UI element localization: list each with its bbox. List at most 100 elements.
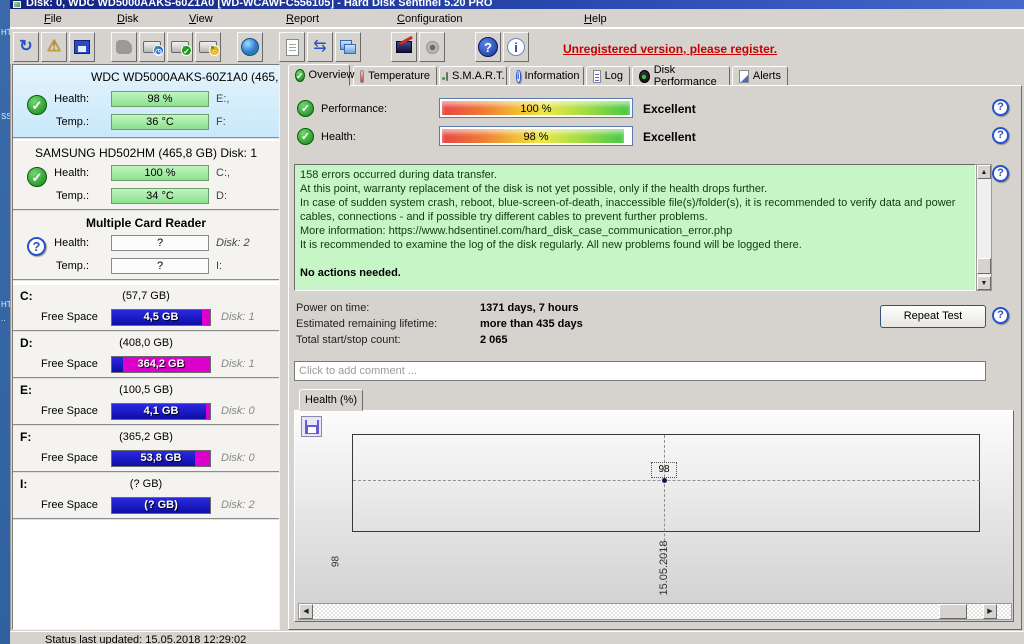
tab-disk-performance[interactable]: Disk Performance <box>632 66 730 86</box>
help-icon[interactable]: ? <box>992 99 1009 116</box>
performance-ok-icon: ✓ <box>297 100 314 117</box>
info-icon: i <box>516 70 521 83</box>
menu-view[interactable]: View <box>185 12 217 26</box>
health-label: Health: <box>27 167 89 179</box>
partition-item-d[interactable]: D: (408,0 GB) Free Space 364,2 GB Disk: … <box>13 332 279 379</box>
refresh-button[interactable]: ↻ <box>13 32 39 62</box>
partition-item-e[interactable]: E: (100,5 GB) Free Space 4,1 GB Disk: 0 <box>13 379 279 426</box>
world-icon <box>241 38 259 56</box>
report-button[interactable] <box>279 32 305 62</box>
partition-size: (? GB) <box>13 478 279 490</box>
partition-disk-label: Disk: 1 <box>221 358 255 370</box>
disk-menu-button[interactable] <box>69 32 95 62</box>
tab-temperature[interactable]: Temperature <box>353 66 437 86</box>
send-report-button[interactable]: ⇆ <box>307 32 333 62</box>
background-window-strip: HT SS HT .. <box>0 0 10 644</box>
alerts-page-icon <box>739 70 749 83</box>
message-scrollbar[interactable]: ▲ ▼ <box>976 164 992 291</box>
partition-size: (100,5 GB) <box>13 384 279 396</box>
scroll-right-icon[interactable]: ▶ <box>983 604 997 619</box>
message-line: In case of sudden system crash, reboot, … <box>300 196 970 224</box>
disk-surface-test-button[interactable]: ○ <box>195 32 221 62</box>
help-icon[interactable]: ? <box>992 307 1009 324</box>
tab-overview[interactable]: ✓ Overview <box>288 64 350 86</box>
overview-check-icon: ✓ <box>295 69 305 82</box>
repeat-test-button[interactable]: Repeat Test <box>880 305 986 328</box>
refresh-icon: ↻ <box>19 39 32 55</box>
scroll-down-icon[interactable]: ▼ <box>977 276 991 290</box>
stat-label: Power on time: <box>296 302 369 314</box>
disk-icon <box>74 40 90 54</box>
scroll-left-icon[interactable]: ◀ <box>299 604 313 619</box>
message-line[interactable]: More information: https://www.hdsentinel… <box>300 224 970 238</box>
disk-item-wdc[interactable]: WDC WD5000AAKS-60Z1A0 (465,8 GB) Disk: 0… <box>13 65 279 139</box>
tab-smart[interactable]: S.M.A.R.T. <box>439 66 507 86</box>
tab-log[interactable]: Log <box>586 66 630 86</box>
free-space-bar: 53,8 GB <box>111 450 211 467</box>
alerts-button[interactable]: ⚠ <box>41 32 67 62</box>
message-line: At this point, warranty replacement of t… <box>300 182 970 196</box>
partition-disk-label: Disk: 2 <box>221 499 255 511</box>
health-label: Health: <box>27 93 89 105</box>
health-rating: Excellent <box>643 130 696 144</box>
message-line: It is recommended to examine the log of … <box>300 238 970 252</box>
gauge-icon <box>639 70 650 83</box>
tab-information[interactable]: i Information <box>509 66 584 86</box>
partition-item-i[interactable]: I: (? GB) Free Space (? GB) Disk: 2 <box>13 473 279 520</box>
help-button[interactable]: ? <box>475 32 501 62</box>
scroll-thumb[interactable] <box>977 258 991 274</box>
disk-icon <box>446 72 448 81</box>
free-space-value: 53,8 GB <box>112 452 210 464</box>
disk-accept-button[interactable]: ✓ <box>167 32 193 62</box>
sound-button[interactable] <box>419 32 445 62</box>
free-space-value: 4,1 GB <box>112 405 210 417</box>
menu-configuration[interactable]: Configuration <box>393 12 466 26</box>
partition-item-f[interactable]: F: (365,2 GB) Free Space 53,8 GB Disk: 0 <box>13 426 279 473</box>
save-graph-button[interactable] <box>301 416 322 437</box>
partition-item-c[interactable]: C: (57,7 GB) Free Space 4,5 GB Disk: 1 <box>13 285 279 332</box>
free-space-label: Free Space <box>41 358 98 370</box>
info-button[interactable]: i <box>503 32 529 62</box>
drive-letters: D: <box>216 190 227 202</box>
drive-letters: E:, <box>216 93 229 105</box>
temp-label: Temp.: <box>27 190 89 202</box>
floppy-icon <box>305 420 319 434</box>
help-icon[interactable]: ? <box>992 127 1009 144</box>
status-text: Status last updated: 15.05.2018 12:29:02 <box>45 634 246 644</box>
temp-bar: 36 °C <box>111 114 209 130</box>
tab-health-graph[interactable]: Health (%) <box>299 389 363 411</box>
menu-disk[interactable]: Disk <box>113 12 142 26</box>
tab-alerts[interactable]: Alerts <box>732 66 788 86</box>
free-space-bar: 364,2 GB <box>111 356 211 373</box>
disk-item-samsung[interactable]: SAMSUNG HD502HM (465,8 GB) Disk: 1 ✓ Hea… <box>13 141 279 211</box>
stat-label: Estimated remaining lifetime: <box>296 318 437 330</box>
status-bar: Status last updated: 15.05.2018 12:29:02 <box>10 631 1024 644</box>
network-button[interactable] <box>335 32 361 62</box>
unregistered-notice[interactable]: Unregistered version, please register. <box>563 42 777 56</box>
menu-help[interactable]: Help <box>580 12 611 26</box>
settings-button[interactable] <box>391 32 417 62</box>
menu-report[interactable]: Report <box>282 12 323 26</box>
scroll-up-icon[interactable]: ▲ <box>977 165 991 179</box>
disk-schedule-button[interactable]: ◷ <box>139 32 165 62</box>
chart-scrollbar[interactable]: ◀ ▶ <box>298 603 1012 620</box>
free-space-label: Free Space <box>41 452 98 464</box>
detect-icon <box>116 40 132 54</box>
partition-disk-label: Disk: 1 <box>221 311 255 323</box>
health-label: Health: <box>321 131 356 143</box>
tab-label: S.M.A.R.T. <box>452 70 505 82</box>
menu-file[interactable]: File <box>40 12 66 26</box>
online-button[interactable] <box>237 32 263 62</box>
network-icon <box>340 40 356 54</box>
scroll-thumb[interactable] <box>939 604 967 619</box>
performance-value: 100 % <box>440 103 632 115</box>
free-space-bar: 4,1 GB <box>111 403 211 420</box>
partition-size: (57,7 GB) <box>13 290 279 302</box>
comment-input[interactable] <box>294 361 986 381</box>
disk-item-card-reader[interactable]: Multiple Card Reader ? Health: ? Disk: 2… <box>13 211 279 281</box>
help-icon[interactable]: ? <box>992 165 1009 182</box>
title-bar[interactable]: Disk: 0, WDC WD5000AAKS-60Z1A0 [WD-WCAWF… <box>10 0 1024 9</box>
temp-label: Temp.: <box>27 116 89 128</box>
detect-button[interactable] <box>111 32 137 62</box>
data-point <box>662 478 667 483</box>
